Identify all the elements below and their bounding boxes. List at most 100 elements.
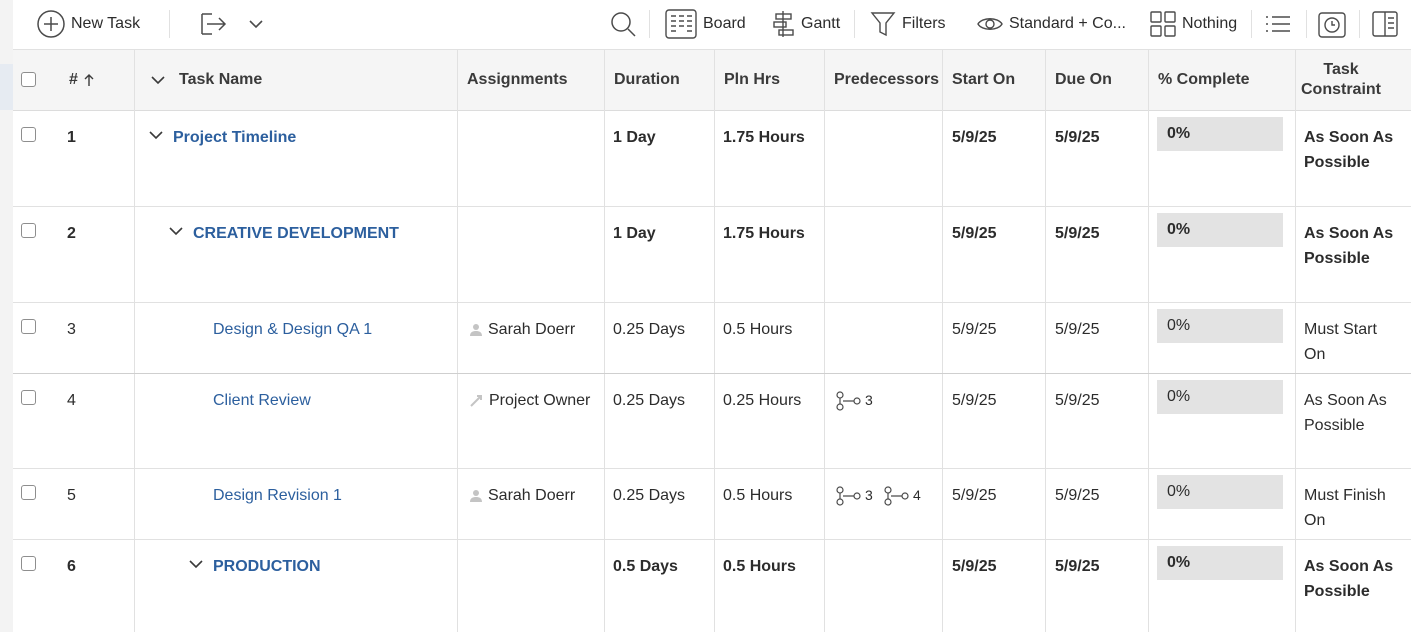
column-header-pln-hrs[interactable]: Pln Hrs bbox=[724, 50, 780, 110]
due-on-cell[interactable]: 5/9/25 bbox=[1055, 554, 1099, 579]
duration-cell[interactable]: 1 Day bbox=[613, 125, 656, 150]
timeline-button[interactable] bbox=[1318, 0, 1346, 48]
row-checkbox[interactable] bbox=[21, 485, 36, 500]
collapse-chevron-icon[interactable] bbox=[149, 130, 163, 140]
predecessor-link-icon bbox=[884, 485, 909, 506]
task-name-link[interactable]: PRODUCTION bbox=[213, 554, 321, 579]
select-all-checkbox[interactable] bbox=[21, 72, 36, 87]
table-row[interactable]: 3 Design & Design QA 1 Sarah Doerr 0.25 … bbox=[13, 303, 1411, 374]
column-header-number[interactable]: # bbox=[69, 50, 94, 110]
task-name-link[interactable]: Project Timeline bbox=[173, 125, 296, 150]
table-row[interactable]: 1 Project Timeline 1 Day 1.75 Hours 5/9/… bbox=[13, 111, 1411, 207]
predecessor-number: 4 bbox=[913, 487, 921, 503]
pct-complete-cell[interactable]: 0% bbox=[1157, 309, 1283, 343]
assignee-name: Sarah Doerr bbox=[488, 321, 576, 338]
due-on-cell[interactable]: 5/9/25 bbox=[1055, 388, 1099, 413]
duration-cell[interactable]: 1 Day bbox=[613, 221, 656, 246]
divider bbox=[1306, 10, 1307, 38]
column-header-predecessors[interactable]: Predecessors bbox=[834, 50, 939, 110]
left-rail bbox=[0, 0, 13, 632]
pln-hrs-cell[interactable]: 0.5 Hours bbox=[723, 483, 792, 508]
pln-hrs-cell[interactable]: 0.25 Hours bbox=[723, 388, 801, 413]
task-constraint-cell[interactable]: As Soon As Possible bbox=[1304, 221, 1394, 271]
predecessor-item[interactable]: 3 bbox=[835, 388, 873, 413]
duration-cell[interactable]: 0.25 Days bbox=[613, 317, 685, 342]
export-button[interactable] bbox=[199, 0, 229, 48]
task-constraint-cell[interactable]: Must Start On bbox=[1304, 317, 1394, 367]
predecessor-item[interactable]: 4 bbox=[883, 483, 921, 508]
pct-complete-cell[interactable]: 0% bbox=[1157, 380, 1283, 414]
export-dropdown-button[interactable] bbox=[249, 0, 263, 48]
row-number: 4 bbox=[67, 392, 76, 409]
collapse-chevron-icon[interactable] bbox=[169, 226, 183, 236]
chevron-down-icon bbox=[249, 20, 263, 29]
task-constraint-cell[interactable]: As Soon As Possible bbox=[1304, 388, 1394, 438]
filters-button[interactable]: Filters bbox=[870, 0, 946, 48]
export-icon bbox=[201, 13, 227, 35]
task-name-link[interactable]: CREATIVE DEVELOPMENT bbox=[193, 221, 399, 246]
duration-cell[interactable]: 0.25 Days bbox=[613, 388, 685, 413]
row-checkbox[interactable] bbox=[21, 319, 36, 334]
task-constraint-cell[interactable]: Must Finish On bbox=[1304, 483, 1394, 533]
due-on-cell[interactable]: 5/9/25 bbox=[1055, 125, 1099, 150]
panel-toggle-button[interactable] bbox=[1372, 0, 1398, 48]
column-header-task-name[interactable]: Task Name bbox=[151, 50, 262, 110]
row-checkbox[interactable] bbox=[21, 127, 36, 142]
table-row[interactable]: 5 Design Revision 1 Sarah Doerr 0.25 Day… bbox=[13, 469, 1411, 540]
pln-hrs-cell[interactable]: 0.5 Hours bbox=[723, 554, 796, 579]
task-constraint-cell[interactable]: As Soon As Possible bbox=[1304, 554, 1394, 604]
pct-complete-cell[interactable]: 0% bbox=[1157, 475, 1283, 509]
column-header-start-on[interactable]: Start On bbox=[952, 50, 1015, 110]
pct-complete-cell[interactable]: 0% bbox=[1157, 117, 1283, 151]
pln-hrs-cell[interactable]: 1.75 Hours bbox=[723, 221, 805, 246]
assignment-cell[interactable]: Sarah Doerr bbox=[470, 483, 575, 508]
row-checkbox[interactable] bbox=[21, 223, 36, 238]
gantt-label: Gantt bbox=[801, 15, 841, 32]
task-name-link[interactable]: Design Revision 1 bbox=[213, 483, 342, 508]
task-constraint-cell[interactable]: As Soon As Possible bbox=[1304, 125, 1394, 175]
pct-complete-cell[interactable]: 0% bbox=[1157, 546, 1283, 580]
pct-complete-cell[interactable]: 0% bbox=[1157, 213, 1283, 247]
new-task-button[interactable]: New Task bbox=[37, 0, 140, 48]
start-on-cell[interactable]: 5/9/25 bbox=[952, 125, 996, 150]
collapse-chevron-icon[interactable] bbox=[189, 559, 203, 569]
assignment-cell[interactable]: Sarah Doerr bbox=[470, 317, 575, 342]
column-header-duration[interactable]: Duration bbox=[614, 50, 680, 110]
assignee-name: Project Owner bbox=[489, 392, 591, 409]
row-checkbox[interactable] bbox=[21, 556, 36, 571]
due-on-cell[interactable]: 5/9/25 bbox=[1055, 317, 1099, 342]
column-header-task-constraint[interactable]: Task Constraint bbox=[1296, 50, 1386, 110]
grouping-button[interactable]: Nothing bbox=[1150, 0, 1237, 48]
list-view-button[interactable] bbox=[1265, 0, 1291, 48]
pln-hrs-cell[interactable]: 0.5 Hours bbox=[723, 317, 792, 342]
duration-cell[interactable]: 0.5 Days bbox=[613, 554, 678, 579]
start-on-cell[interactable]: 5/9/25 bbox=[952, 221, 996, 246]
table-row[interactable]: 2 CREATIVE DEVELOPMENT 1 Day 1.75 Hours … bbox=[13, 207, 1411, 303]
start-on-cell[interactable]: 5/9/25 bbox=[952, 388, 996, 413]
person-icon bbox=[470, 490, 482, 502]
predecessor-item[interactable]: 3 bbox=[835, 483, 873, 508]
table-row[interactable]: 4 Client Review Project Owner 0.25 Days … bbox=[13, 374, 1411, 469]
column-header-due-on[interactable]: Due On bbox=[1055, 50, 1112, 110]
task-name-link[interactable]: Design & Design QA 1 bbox=[213, 317, 372, 342]
start-on-cell[interactable]: 5/9/25 bbox=[952, 554, 996, 579]
task-name-link[interactable]: Client Review bbox=[213, 388, 311, 413]
due-on-cell[interactable]: 5/9/25 bbox=[1055, 483, 1099, 508]
table-row[interactable]: 6 PRODUCTION 0.5 Days 0.5 Hours 5/9/25 5… bbox=[13, 540, 1411, 632]
left-rail-selection bbox=[0, 64, 13, 110]
row-checkbox[interactable] bbox=[21, 390, 36, 405]
gantt-button[interactable]: Gantt bbox=[773, 0, 840, 48]
search-button[interactable] bbox=[609, 0, 637, 48]
board-button[interactable]: Board bbox=[665, 0, 746, 48]
duration-cell[interactable]: 0.25 Days bbox=[613, 483, 685, 508]
column-header-pct-complete[interactable]: % Complete bbox=[1158, 50, 1250, 110]
start-on-cell[interactable]: 5/9/25 bbox=[952, 317, 996, 342]
assignment-cell[interactable]: Project Owner bbox=[470, 388, 590, 413]
chevron-down-icon[interactable] bbox=[151, 75, 165, 85]
view-button[interactable]: Standard + Co... bbox=[977, 0, 1126, 48]
pln-hrs-cell[interactable]: 1.75 Hours bbox=[723, 125, 805, 150]
predecessor-number: 3 bbox=[865, 487, 873, 503]
start-on-cell[interactable]: 5/9/25 bbox=[952, 483, 996, 508]
column-header-assignments[interactable]: Assignments bbox=[467, 50, 567, 110]
due-on-cell[interactable]: 5/9/25 bbox=[1055, 221, 1099, 246]
